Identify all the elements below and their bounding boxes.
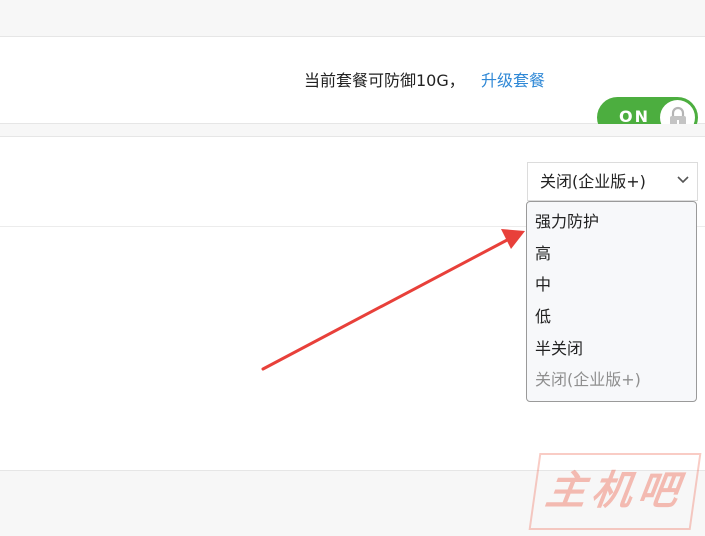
upgrade-plan-link[interactable]: 升级套餐 (481, 70, 545, 92)
option-medium[interactable]: 中 (535, 273, 551, 297)
plan-panel: 当前套餐可防御10G， 升级套餐 ON (0, 36, 705, 138)
option-strong-protection[interactable]: 强力防护 (535, 210, 599, 234)
mid-strip (0, 124, 705, 136)
select-current-value: 关闭(企业版+) (540, 172, 646, 191)
protection-level-dropdown: 强力防护 高 中 低 半关闭 关闭(企业版+) (526, 201, 697, 402)
option-low[interactable]: 低 (535, 305, 551, 329)
top-strip (0, 0, 705, 36)
protection-level-select[interactable]: 关闭(企业版+) (527, 162, 698, 201)
option-high[interactable]: 高 (535, 242, 551, 266)
plan-capacity-text: 当前套餐可防御10G， (304, 71, 465, 90)
option-half-off[interactable]: 半关闭 (535, 337, 583, 361)
option-off-enterprise: 关闭(企业版+) (535, 370, 641, 389)
watermark-logo: 主机吧 (528, 453, 702, 530)
chevron-down-icon (677, 176, 689, 184)
